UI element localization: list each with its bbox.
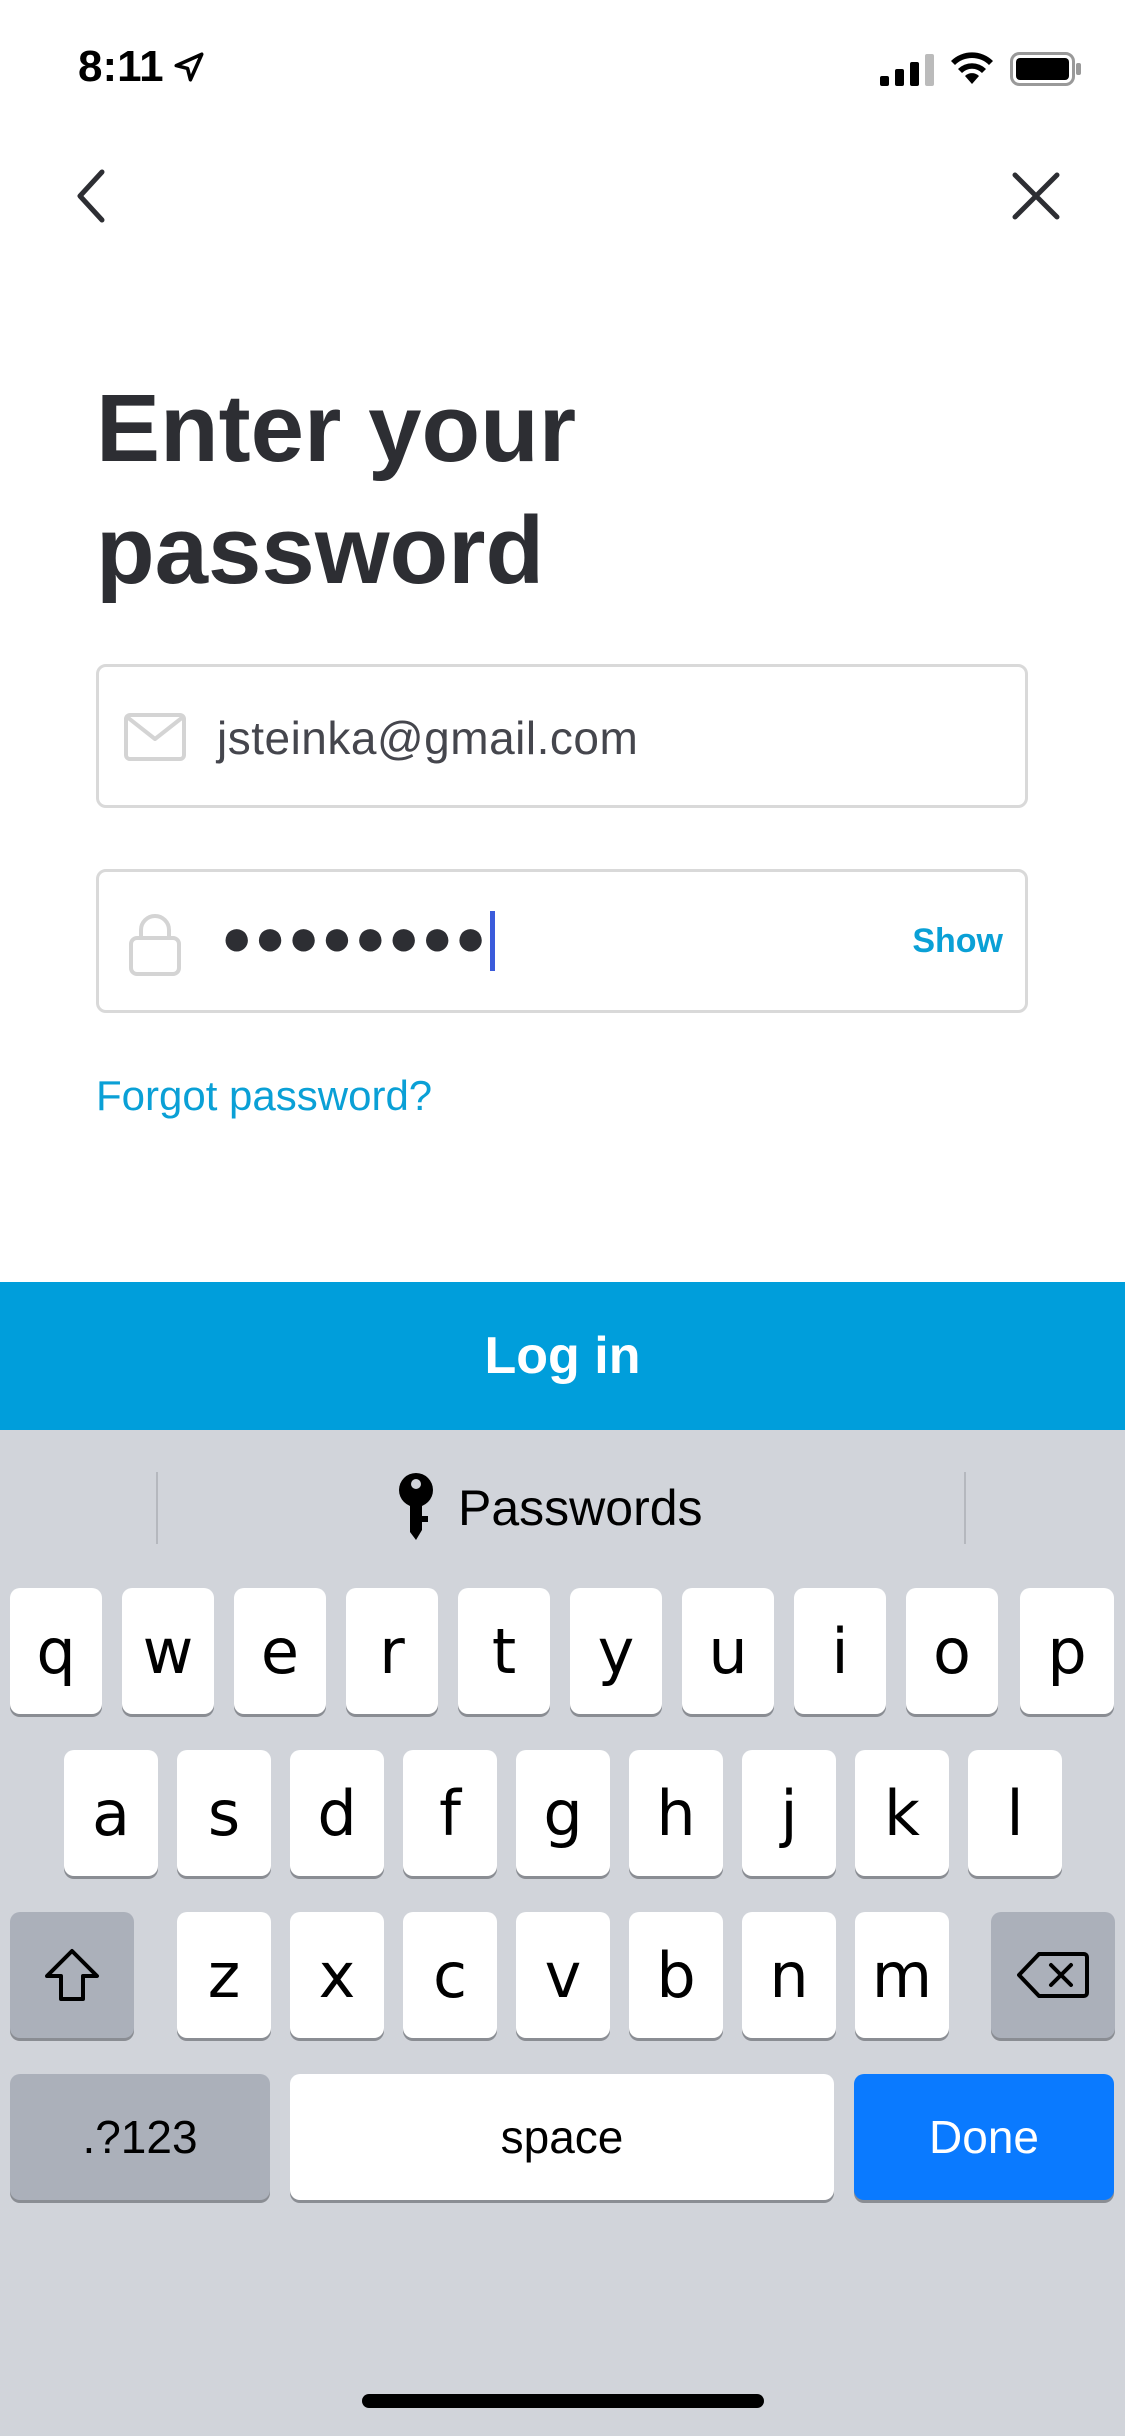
back-button[interactable]: [60, 160, 124, 232]
keyboard: Passwords q w e r t y u i o p a s d f g …: [0, 1430, 1125, 2436]
show-password-button[interactable]: Show: [912, 922, 1003, 961]
email-field[interactable]: jsteinka@gmail.com: [96, 664, 1028, 808]
battery-icon: [1010, 52, 1081, 86]
key-n[interactable]: n: [742, 1912, 836, 2038]
key-c[interactable]: c: [403, 1912, 497, 2038]
password-value: ●●●●●●●●: [221, 908, 496, 972]
key-e[interactable]: e: [234, 1588, 326, 1714]
key-m[interactable]: m: [855, 1912, 949, 2038]
divider: [964, 1472, 966, 1544]
key-r[interactable]: r: [346, 1588, 438, 1714]
numbers-key[interactable]: .?123: [10, 2074, 270, 2200]
shift-key[interactable]: [10, 1912, 134, 2038]
key-o[interactable]: o: [906, 1588, 998, 1714]
passwords-label: Passwords: [458, 1480, 703, 1536]
key-h[interactable]: h: [629, 1750, 723, 1876]
space-key[interactable]: space: [290, 2074, 834, 2200]
key-t[interactable]: t: [458, 1588, 550, 1714]
shift-icon: [45, 1949, 99, 2001]
envelope-icon: [124, 713, 186, 761]
done-key[interactable]: Done: [854, 2074, 1114, 2200]
wifi-icon: [951, 52, 993, 84]
key-p[interactable]: p: [1020, 1588, 1114, 1714]
key-x[interactable]: x: [290, 1912, 384, 2038]
email-value: jsteinka@gmail.com: [217, 712, 639, 764]
close-button[interactable]: [1000, 160, 1072, 232]
key-k[interactable]: k: [855, 1750, 949, 1876]
chevron-left-icon: [77, 169, 105, 223]
login-button[interactable]: Log in: [0, 1282, 1125, 1430]
backspace-icon: [1017, 1952, 1089, 1998]
status-time: 8:11: [78, 42, 164, 91]
key-z[interactable]: z: [177, 1912, 271, 2038]
key-a[interactable]: a: [64, 1750, 158, 1876]
text-cursor: [490, 911, 496, 972]
forgot-password-link[interactable]: Forgot password?: [96, 1072, 432, 1120]
key-l[interactable]: l: [968, 1750, 1062, 1876]
key-f[interactable]: f: [403, 1750, 497, 1876]
key-i[interactable]: i: [794, 1588, 886, 1714]
key-w[interactable]: w: [122, 1588, 214, 1714]
home-indicator[interactable]: [362, 2394, 764, 2408]
key-v[interactable]: v: [516, 1912, 610, 2038]
cellular-signal-icon: [880, 54, 934, 86]
key-icon: [399, 1473, 433, 1540]
location-arrow-icon: [174, 52, 204, 82]
password-field[interactable]: ●●●●●●●● Show: [96, 869, 1028, 1013]
status-bar: 8:11: [0, 0, 1125, 140]
delete-key[interactable]: [991, 1912, 1115, 2038]
key-g[interactable]: g: [516, 1750, 610, 1876]
passwords-suggestion[interactable]: Passwords: [396, 1472, 703, 1544]
password-dots: ●●●●●●●●: [221, 909, 489, 967]
key-b[interactable]: b: [629, 1912, 723, 2038]
page-title: Enter your password: [96, 375, 577, 604]
keyboard-suggestion-bar: Passwords: [0, 1430, 1125, 1580]
key-d[interactable]: d: [290, 1750, 384, 1876]
key-u[interactable]: u: [682, 1588, 774, 1714]
key-s[interactable]: s: [177, 1750, 271, 1876]
key-q[interactable]: q: [10, 1588, 102, 1714]
divider: [156, 1472, 158, 1544]
close-icon: [1012, 172, 1060, 220]
lock-icon: [129, 914, 181, 976]
key-j[interactable]: j: [742, 1750, 836, 1876]
key-y[interactable]: y: [570, 1588, 662, 1714]
